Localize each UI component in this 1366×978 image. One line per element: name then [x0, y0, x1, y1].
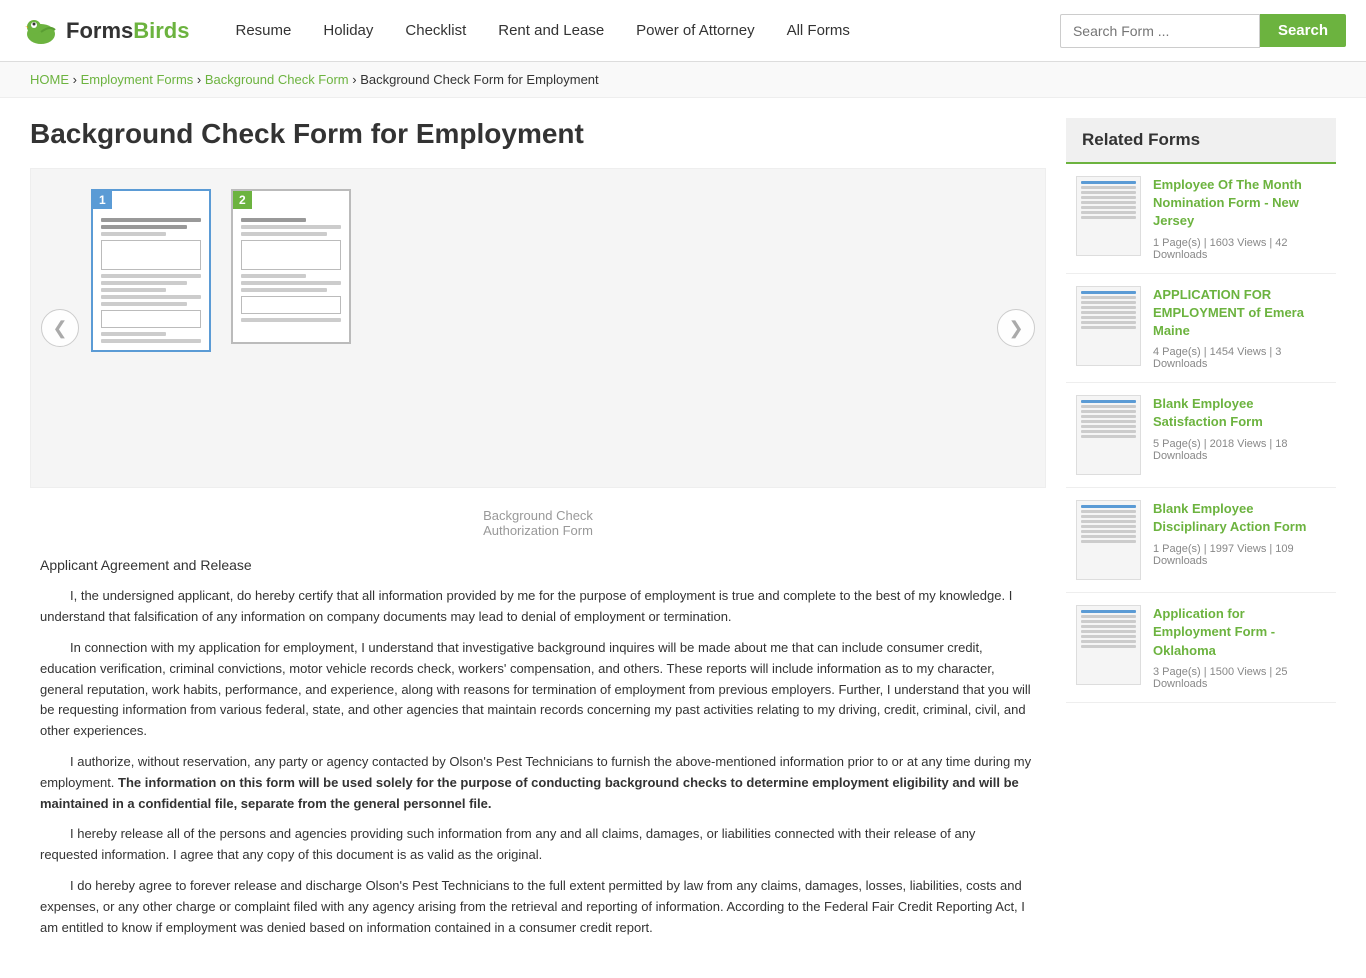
- logo-area[interactable]: FormsBirds: [20, 10, 190, 52]
- search-area: Search: [1060, 14, 1346, 48]
- form-subtitle: Background Check Authorization Form: [40, 508, 1036, 538]
- thumb-content-1: [93, 211, 209, 350]
- related-form-name-4: Application for Employment Form - Oklaho…: [1153, 605, 1326, 660]
- related-thumb-4: [1076, 605, 1141, 685]
- related-form-item-0[interactable]: Employee Of The Month Nomination Form - …: [1066, 164, 1336, 274]
- page-2-badge: 2: [233, 191, 252, 209]
- related-form-meta-2: 5 Page(s) | 2018 Views | 18 Downloads: [1153, 438, 1326, 462]
- nav-resume[interactable]: Resume: [220, 22, 308, 39]
- form-paragraph-5: I do hereby agree to forever release and…: [40, 876, 1036, 938]
- main-nav: Resume Holiday Checklist Rent and Lease …: [220, 22, 1060, 39]
- search-input[interactable]: [1060, 14, 1260, 48]
- form-paragraph-3: I authorize, without reservation, any pa…: [40, 752, 1036, 814]
- form-text-content: Applicant Agreement and Release I, the u…: [40, 554, 1036, 938]
- breadcrumb: HOME › Employment Forms › Background Che…: [0, 62, 1366, 98]
- related-forms-title: Related Forms: [1066, 118, 1336, 164]
- form-paragraph-1: I, the undersigned applicant, do hereby …: [40, 586, 1036, 628]
- related-form-meta-1: 4 Page(s) | 1454 Views | 3 Downloads: [1153, 346, 1326, 370]
- page-1-thumbnail[interactable]: 1: [91, 189, 211, 352]
- next-button[interactable]: ❯: [997, 309, 1035, 347]
- related-form-meta-4: 3 Page(s) | 1500 Views | 25 Downloads: [1153, 666, 1326, 690]
- nav-power-attorney[interactable]: Power of Attorney: [620, 22, 770, 39]
- related-form-item-1[interactable]: APPLICATION FOR EMPLOYMENT of Emera Main…: [1066, 274, 1336, 384]
- search-button[interactable]: Search: [1260, 14, 1346, 47]
- page-1-badge: 1: [93, 191, 112, 209]
- page-title: Background Check Form for Employment: [30, 118, 1046, 150]
- page-2-thumbnail[interactable]: 2: [231, 189, 351, 344]
- form-section-title: Applicant Agreement and Release: [40, 554, 1036, 576]
- content-area: Background Check Form for Employment ❮ 1: [30, 118, 1046, 958]
- related-form-meta-3: 1 Page(s) | 1997 Views | 109 Downloads: [1153, 543, 1326, 567]
- related-thumb-3: [1076, 500, 1141, 580]
- form-info-area: Background Check Authorization Form Appl…: [30, 488, 1046, 958]
- breadcrumb-employment-forms[interactable]: Employment Forms: [81, 72, 194, 87]
- form-paragraph-2: In connection with my application for em…: [40, 638, 1036, 742]
- related-form-item-4[interactable]: Application for Employment Form - Oklaho…: [1066, 593, 1336, 703]
- related-form-name-0: Employee Of The Month Nomination Form - …: [1153, 176, 1326, 231]
- related-form-item-2[interactable]: Blank Employee Satisfaction Form 5 Page(s…: [1066, 383, 1336, 488]
- header: FormsBirds Resume Holiday Checklist Rent…: [0, 0, 1366, 62]
- related-form-name-2: Blank Employee Satisfaction Form: [1153, 395, 1326, 431]
- logo-bird-icon: [20, 10, 62, 52]
- related-thumb-1: [1076, 286, 1141, 366]
- related-form-item-3[interactable]: Blank Employee Disciplinary Action Form 1…: [1066, 488, 1336, 593]
- thumb-content-2: [233, 211, 349, 342]
- breadcrumb-home[interactable]: HOME: [30, 72, 69, 87]
- related-form-name-3: Blank Employee Disciplinary Action Form: [1153, 500, 1326, 536]
- nav-rent-lease[interactable]: Rent and Lease: [482, 22, 620, 39]
- main-container: Background Check Form for Employment ❮ 1: [0, 98, 1366, 978]
- related-forms-list: Employee Of The Month Nomination Form - …: [1066, 164, 1336, 703]
- breadcrumb-background-check-form[interactable]: Background Check Form: [205, 72, 349, 87]
- nav-holiday[interactable]: Holiday: [307, 22, 389, 39]
- related-form-name-1: APPLICATION FOR EMPLOYMENT of Emera Main…: [1153, 286, 1326, 341]
- sidebar: Related Forms Employee Of The Month Nomi…: [1066, 118, 1336, 958]
- nav-all-forms[interactable]: All Forms: [771, 22, 866, 39]
- form-viewer: ❮ 1: [30, 168, 1046, 488]
- breadcrumb-current: Background Check Form for Employment: [360, 72, 598, 87]
- related-thumb-0: [1076, 176, 1141, 256]
- related-form-meta-0: 1 Page(s) | 1603 Views | 42 Downloads: [1153, 237, 1326, 261]
- nav-checklist[interactable]: Checklist: [389, 22, 482, 39]
- related-thumb-2: [1076, 395, 1141, 475]
- prev-button[interactable]: ❮: [41, 309, 79, 347]
- form-paragraph-4: I hereby release all of the persons and …: [40, 824, 1036, 866]
- logo-text: FormsBirds: [66, 18, 190, 44]
